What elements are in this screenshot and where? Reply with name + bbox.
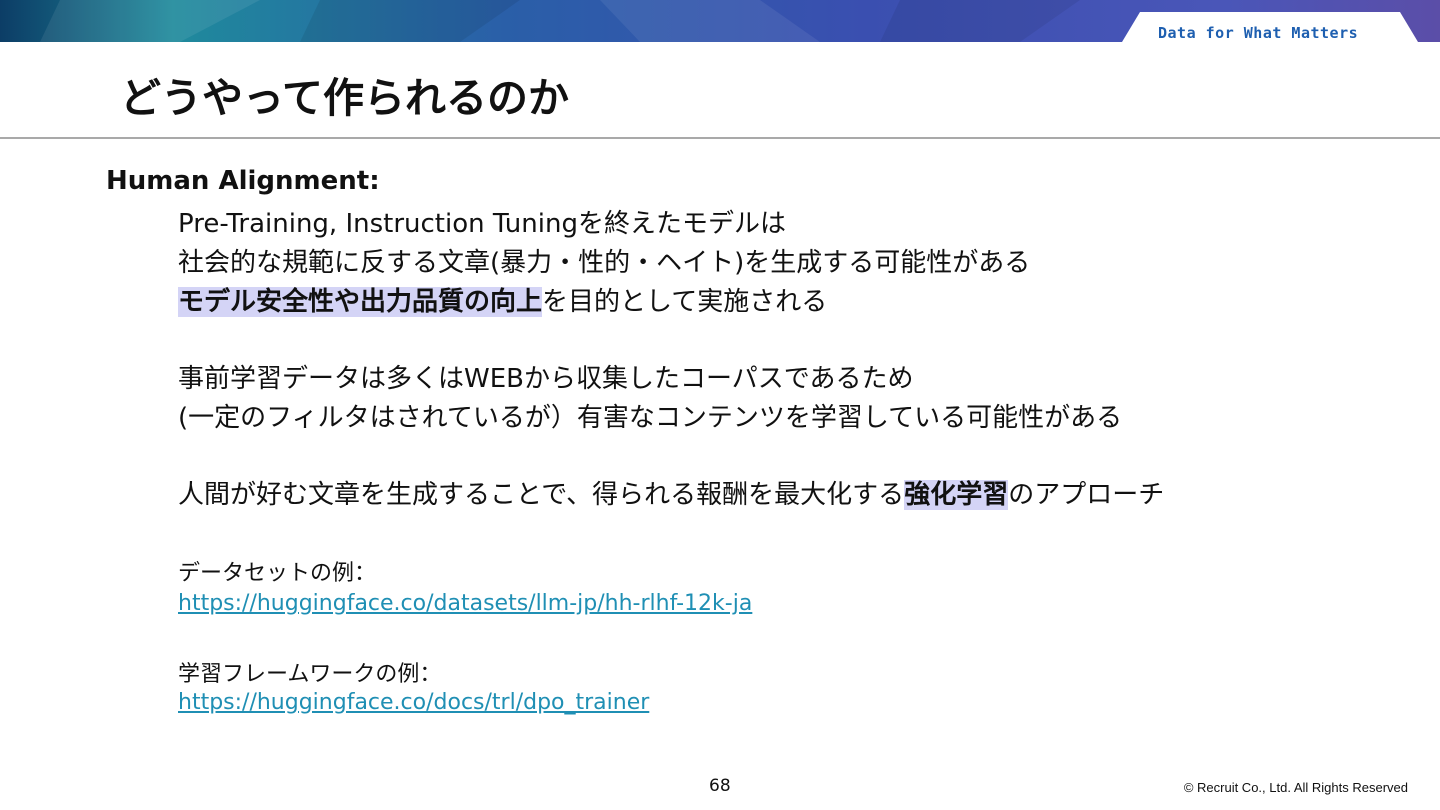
header-tagline: Data for What Matters	[1158, 24, 1359, 42]
body-line-4: 事前学習データは多くはWEBから収集したコーパスであるため	[178, 364, 914, 394]
body-line-2: 社会的な規範に反する文章(暴力・性的・ヘイト)を生成する可能性がある	[178, 248, 1031, 278]
body-line-6-after: のアプローチ	[1008, 480, 1165, 510]
body-line-1: Pre-Training, Instruction Tuningを終えたモデルは	[178, 209, 786, 239]
framework-example-link[interactable]: https://huggingface.co/docs/trl/dpo_trai…	[178, 690, 649, 715]
body-line-6: 人間が好む文章を生成することで、得られる報酬を最大化する強化学習のアプローチ	[178, 474, 1164, 511]
body-line-5: (一定のフィルタはされているが）有害なコンテンツを学習している可能性がある	[178, 403, 1123, 433]
body-line-3: モデル安全性や出力品質の向上を目的として実施される	[178, 281, 827, 318]
copyright: © Recruit Co., Ltd. All Rights Reserved	[1183, 780, 1408, 795]
dataset-example-label: データセットの例：	[178, 561, 377, 586]
highlight-rl: 強化学習	[904, 480, 1009, 510]
slide-title: どうやって作られるのか	[120, 74, 569, 122]
highlight-quality: モデル安全性や出力品質の向上	[178, 287, 543, 317]
section-heading: Human Alignment:	[106, 166, 380, 196]
body-line-3-rest: を目的として実施される	[542, 287, 828, 317]
title-divider	[0, 137, 1440, 139]
framework-example-label: 学習フレームワークの例：	[178, 662, 442, 687]
dataset-example-link[interactable]: https://huggingface.co/datasets/llm-jp/h…	[178, 591, 752, 616]
framework-example-row: https://huggingface.co/docs/trl/dpo_trai…	[178, 690, 649, 715]
body-line-6-before: 人間が好む文章を生成することで、得られる報酬を最大化する	[178, 480, 905, 510]
dataset-example-row: https://huggingface.co/datasets/llm-jp/h…	[178, 591, 752, 616]
page-number: 68	[709, 776, 731, 796]
